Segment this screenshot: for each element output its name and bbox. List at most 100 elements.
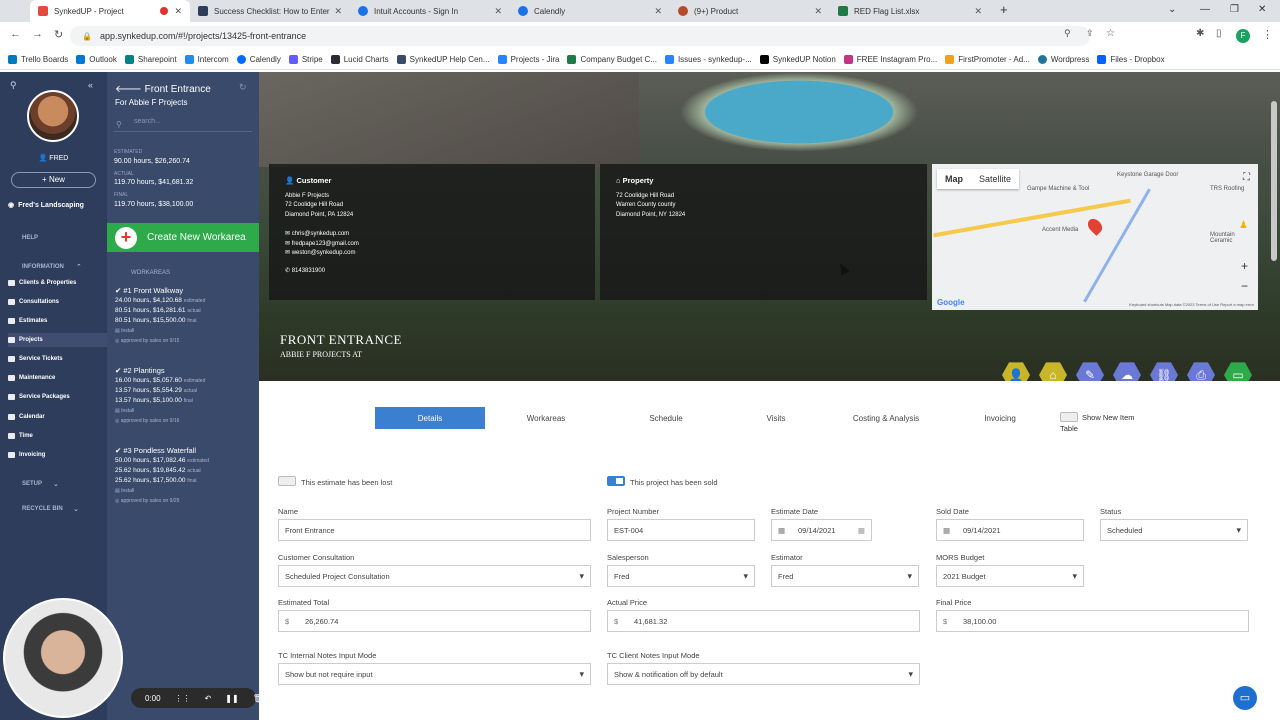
browser-tab[interactable]: Success Checklist: How to Enter ✕	[190, 0, 350, 22]
tc-client-select[interactable]: Show & notification off by default	[607, 663, 920, 685]
zoom-icon[interactable]: ⚲	[1064, 28, 1071, 39]
search-icon[interactable]: ⚲	[10, 80, 17, 91]
maximize-icon[interactable]: ❐	[1230, 4, 1239, 15]
map-tab-map[interactable]: Map	[937, 169, 971, 189]
property-action-button[interactable]: ⌂	[1039, 362, 1067, 381]
print-action-button[interactable]: ⎙	[1187, 362, 1215, 381]
final-price-field[interactable]: $38,100.00	[936, 610, 1249, 632]
salesperson-select[interactable]: Fred	[607, 565, 755, 587]
tab-search-icon[interactable]: ⌄	[1168, 4, 1176, 15]
estimate-lost-toggle[interactable]	[278, 476, 296, 486]
consultation-select[interactable]: Scheduled Project Consultation	[278, 565, 591, 587]
sidebar-item-clients[interactable]: Clients & Properties	[8, 276, 107, 290]
reload-icon[interactable]: ↻	[54, 28, 63, 41]
close-tab-icon[interactable]: ✕	[654, 6, 662, 17]
save-action-button[interactable]: ▭	[1224, 362, 1252, 381]
property-map[interactable]: Map Satellite ⛶ Keystone Garage Door Gam…	[932, 164, 1258, 310]
estimate-date-field[interactable]: ▦ 09/14/2021 ▦	[771, 519, 872, 541]
url-input[interactable]: 🔒 app.synkedup.com/#!/projects/13425-fro…	[70, 26, 1090, 46]
bookmark[interactable]: Wordpress	[1037, 55, 1089, 64]
workarea-item[interactable]: ✔ #1 Front Walkway 24.00 hours, $4,120.6…	[115, 286, 253, 346]
email-link[interactable]: ✉ weston@synkedup.com	[285, 249, 579, 259]
email-link[interactable]: ✉ chris@synkedup.com	[285, 230, 579, 240]
user-name[interactable]: 👤 FRED	[0, 154, 107, 162]
phone-link[interactable]: ✆ 8143831900	[285, 267, 579, 277]
sidebar-item-maintenance[interactable]: Maintenance	[8, 371, 107, 385]
upload-action-button[interactable]: ☁	[1113, 362, 1141, 381]
close-tab-icon[interactable]: ✕	[334, 6, 342, 17]
rewind-icon[interactable]: ↶	[205, 694, 212, 703]
delete-icon[interactable]: 🗑	[253, 694, 263, 703]
bookmark[interactable]: Calendly	[236, 55, 281, 64]
status-select[interactable]: Scheduled	[1100, 519, 1248, 541]
back-arrow-icon[interactable]: 🡐	[115, 84, 145, 95]
forward-icon[interactable]: →	[32, 28, 43, 40]
close-window-icon[interactable]: ✕	[1258, 4, 1266, 15]
link-action-button[interactable]: ⛓	[1150, 362, 1178, 381]
tab-costing[interactable]: Costing & Analysis	[831, 407, 941, 429]
chevron-down-icon[interactable]: ⌄	[73, 505, 79, 513]
close-tab-icon[interactable]: ✕	[174, 6, 182, 17]
zoom-in-icon[interactable]: +	[1241, 259, 1248, 273]
avatar[interactable]	[27, 90, 79, 142]
attach-action-button[interactable]: ✎	[1076, 362, 1104, 381]
show-new-item-toggle[interactable]	[1060, 412, 1078, 422]
fullscreen-icon[interactable]: ⛶	[1243, 172, 1250, 183]
sidebar-item-service-tickets[interactable]: Service Tickets	[8, 352, 107, 366]
sidebar-item-consultations[interactable]: Consultations	[8, 295, 107, 309]
zoom-out-icon[interactable]: −	[1241, 279, 1248, 293]
bookmark[interactable]: Stripe	[288, 55, 323, 64]
bookmark[interactable]: Company Budget C...	[567, 55, 657, 64]
browser-tab[interactable]: Intuit Accounts - Sign In ✕	[350, 0, 510, 22]
project-title[interactable]: 🡐 Front Entrance	[115, 83, 211, 95]
bookmark[interactable]: Intercom	[184, 55, 229, 64]
grid-icon[interactable]: ⋮⋮	[175, 694, 191, 703]
recycle-bin-section[interactable]: RECYCLE BIN	[22, 506, 63, 512]
bookmark[interactable]: SynkedUP Notion	[759, 55, 836, 64]
tab-invoicing[interactable]: Invoicing	[945, 407, 1055, 429]
bookmark[interactable]: FirstPromoter - Ad...	[945, 55, 1030, 64]
bookmark[interactable]: FREE Instagram Pro...	[843, 55, 937, 64]
bookmark[interactable]: Sharepoint	[124, 55, 177, 64]
bookmark[interactable]: Projects - Jira	[497, 55, 559, 64]
tc-internal-select[interactable]: Show but not require input	[278, 663, 591, 685]
map-tab-satellite[interactable]: Satellite	[971, 169, 1019, 189]
browser-tab[interactable]: SynkedUP - Project ✕	[30, 0, 190, 22]
workarea-item[interactable]: ✔ #2 Plantings 16.00 hours, $5,057.60 es…	[115, 366, 253, 426]
estimator-select[interactable]: Fred	[771, 565, 919, 587]
sidebar-item-estimates[interactable]: Estimates	[8, 314, 107, 328]
bookmark[interactable]: Lucid Charts	[330, 55, 389, 64]
project-sold-toggle[interactable]	[607, 476, 625, 486]
close-tab-icon[interactable]: ✕	[814, 6, 822, 17]
pause-icon[interactable]: ❚❚	[225, 694, 238, 703]
chevron-down-icon[interactable]: ⌄	[53, 480, 59, 488]
close-tab-icon[interactable]: ✕	[974, 6, 982, 17]
close-tab-icon[interactable]: ✕	[494, 6, 502, 17]
sidebar-item-service-packages[interactable]: Service Packages	[8, 390, 107, 404]
project-search-input[interactable]: search...	[114, 118, 252, 132]
email-link[interactable]: ✉ fredpape123@gmail.com	[285, 240, 579, 250]
workarea-item[interactable]: ✔ #3 Pondless Waterfall 50.00 hours, $17…	[115, 446, 253, 506]
bookmark[interactable]: Trello Boards	[8, 55, 68, 64]
company-link[interactable]: ◉ Fred's Landscaping	[8, 201, 84, 210]
browser-tab[interactable]: Calendly ✕	[510, 0, 670, 22]
collapse-icon[interactable]: «	[88, 80, 93, 90]
recording-player[interactable]: 0:00 ⋮⋮ ↶ ❚❚ 🗑	[131, 688, 263, 708]
sidebar-item-time[interactable]: Time	[8, 429, 107, 443]
new-button[interactable]: + New	[11, 172, 96, 188]
chat-launcher-button[interactable]: ▭	[1233, 686, 1257, 710]
name-field[interactable]: Front Entrance	[278, 519, 591, 541]
setup-section[interactable]: SETUP	[22, 481, 42, 487]
chevron-up-icon[interactable]: ⌃	[76, 263, 82, 271]
actual-price-field[interactable]: $41,681.32	[607, 610, 920, 632]
create-workarea-button[interactable]: + Create New Workarea	[107, 223, 259, 252]
calendar-picker-icon[interactable]: ▦	[858, 526, 865, 535]
bookmark[interactable]: Files - Dropbox	[1097, 55, 1165, 64]
tab-workareas[interactable]: Workareas	[491, 407, 601, 429]
bookmark[interactable]: Outlook	[76, 55, 117, 64]
sidepanel-icon[interactable]: ▯	[1216, 28, 1222, 39]
star-icon[interactable]: ☆	[1106, 28, 1115, 39]
help-link[interactable]: HELP	[22, 235, 38, 241]
sidebar-item-calendar[interactable]: Calendar	[8, 410, 107, 424]
bookmark[interactable]: SynkedUP Help Cen...	[396, 55, 490, 64]
